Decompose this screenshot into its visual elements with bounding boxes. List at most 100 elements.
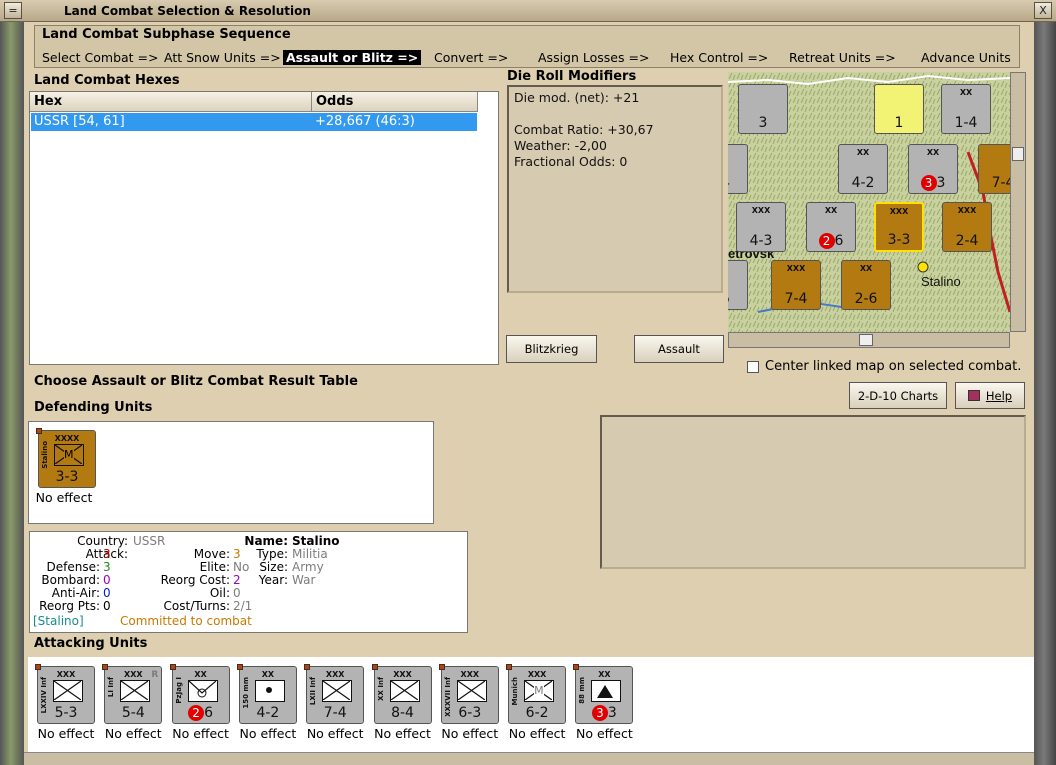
infantry-symbol-icon [322, 680, 353, 702]
bottom-scrollbar[interactable] [24, 752, 1034, 765]
unit-strength: 8-4 [391, 705, 414, 721]
combat-result-box [600, 415, 1026, 569]
attacking-units-title: Attacking Units [34, 636, 148, 651]
map-counter-shock-army[interactable]: XXX 7-4 [771, 260, 821, 310]
attacking-unit-result: No effect [508, 726, 566, 741]
attacking-unit-counter[interactable]: XX 150 mm 4-2 [236, 664, 297, 724]
map-counter-soviet-div[interactable]: XX 2-6 [841, 260, 891, 310]
help-button[interactable]: Help [955, 382, 1025, 409]
step-att-snow-units: Att Snow Units => [164, 50, 281, 65]
attacking-unit-counter[interactable]: XXX XXXVII Inf 6-3 [438, 664, 499, 724]
unit-strength: 33 [576, 705, 632, 721]
unit-details: Country: USSR Attack: 3 Defense: 3 Bombard:… [29, 531, 468, 633]
antiaircraft-symbol-icon [591, 680, 622, 702]
step-assault-or-blitz: Assault or Blitz => [283, 50, 422, 65]
blitzkrieg-button[interactable]: Blitzkrieg [506, 335, 597, 363]
unit-name: XX Inf [376, 677, 385, 701]
attacking-unit-counter[interactable]: XXX LXII Inf 7-4 [304, 664, 365, 724]
land-combat-hexes-title: Land Combat Hexes [34, 73, 180, 88]
map-background-right [1034, 22, 1056, 765]
hex-cell: USSR [54, 61] [34, 114, 125, 129]
map-counter-edge-left-2[interactable]: -5 [728, 260, 748, 310]
odds-cell: +28,667 (46:3) [315, 114, 415, 129]
infantry-symbol-icon [456, 680, 487, 702]
step-select-combat: Select Combat => [42, 50, 159, 65]
attacking-unit-result: No effect [104, 726, 162, 741]
unit-name: PzJag I [174, 677, 183, 704]
map-counter-pzjag[interactable]: XX 2 6 [806, 202, 856, 252]
unit-name: 88 mm [578, 677, 587, 704]
unit-strength: 5-3 [54, 705, 78, 721]
attack-factor-badge: 2 [188, 705, 205, 721]
attacking-unit-result: No effect [441, 726, 499, 741]
map-counter-air-italy[interactable]: 1 [874, 84, 924, 134]
map-counter-romanian-inf[interactable]: XXX 4-3 [736, 202, 786, 252]
step-hex-control: Hex Control => [670, 50, 769, 65]
attacking-unit-counter[interactable]: XX 88 mm 3 3 [573, 664, 634, 724]
unit-name: Munich [511, 677, 520, 706]
attacking-unit-result: No effect [37, 726, 95, 741]
map-horizontal-scrollbar[interactable] [728, 332, 1010, 348]
map-counter-edge-right[interactable]: 7-4 [978, 144, 1010, 194]
attacking-unit-counter[interactable]: XXX Munich M 6-2 [506, 664, 567, 724]
help-button-label: Help [985, 389, 1013, 403]
militia-symbol-icon: M [54, 444, 84, 466]
map-hscroll-thumb[interactable] [859, 334, 873, 346]
linked-map[interactable]: Stalino etrovsk 3 1 XX 1-4 XX 4-2 XX 3 3 XXX… [728, 72, 1010, 332]
attacking-unit-counter[interactable]: XXX LXXIV Inf 5-3 [35, 664, 95, 724]
infantry-symbol-icon [120, 680, 151, 702]
weather-mod: Weather: -2,00 [514, 138, 607, 153]
charts-button[interactable]: 2-D-10 Charts [849, 382, 947, 409]
unit-strength: 7-4 [323, 705, 347, 721]
attacking-unit-result: No effect [239, 726, 297, 741]
defending-unit-counter[interactable]: XXXX Stalino M 3-3 [36, 428, 96, 488]
center-map-checkbox[interactable] [747, 361, 759, 373]
attacking-unit-counter[interactable]: XXX R LI Inf 5-4 [102, 664, 163, 724]
attacking-unit-counter[interactable]: XXX XX Inf 8-4 [371, 664, 432, 724]
unit-strength: 26 [173, 705, 229, 721]
defending-units-title: Defending Units [34, 400, 153, 415]
col-header-hex[interactable]: Hex [30, 92, 312, 112]
map-counter-hq[interactable]: XX 1-4 [941, 84, 991, 134]
attacking-unit-result: No effect [172, 726, 229, 741]
map-counter-flak[interactable]: XX 3 3 [908, 144, 958, 194]
unit-strength: 6-2 [525, 705, 549, 721]
unit-strength: 5-4 [121, 705, 145, 721]
col-header-odds[interactable]: Odds [312, 92, 478, 112]
close-button[interactable]: X [1034, 2, 1052, 19]
attacking-unit-result: No effect [306, 726, 364, 741]
combat-ratio: Combat Ratio: +30,67 [514, 122, 654, 137]
attack-factor-badge: 3 [591, 705, 608, 721]
unit-name: LI Inf [107, 677, 116, 698]
map-vscroll-thumb[interactable] [1012, 147, 1024, 161]
table-row[interactable]: USSR [54, 61] +28,667 (46:3) [31, 113, 477, 131]
map-counter-edge-left-1[interactable]: -4 [728, 144, 748, 194]
fractional-odds: Fractional Odds: 0 [514, 154, 628, 169]
infantry-symbol-icon [389, 680, 420, 702]
defending-unit-result: No effect [35, 490, 93, 505]
map-counter-stalino-selected[interactable]: XXX 3-3 [874, 202, 924, 252]
system-menu-button[interactable]: = [4, 2, 22, 19]
attacking-unit-counter[interactable]: XX PzJag I26 [169, 664, 230, 724]
step-retreat-units: Retreat Units => [789, 50, 896, 65]
map-counter-artillery[interactable]: XX 4-2 [838, 144, 888, 194]
step-advance-units: Advance Units [921, 50, 1011, 65]
window-title: Land Combat Selection & Resolution [64, 4, 311, 18]
attacking-unit-result: No effect [576, 726, 633, 741]
title-bar: = Land Combat Selection & Resolution X [0, 0, 1056, 22]
assault-button[interactable]: Assault [634, 335, 724, 363]
antitank-symbol-icon [187, 680, 218, 702]
die-roll-modifiers-title: Die Roll Modifiers [507, 69, 637, 84]
map-background-left [0, 22, 24, 765]
attacking-unit-result: No effect [374, 726, 431, 741]
unit-name: LXII Inf [309, 677, 318, 706]
map-counter-air[interactable]: 3 [738, 84, 788, 134]
map-counter-soviet-inf[interactable]: XXX 2-4 [942, 202, 992, 252]
unit-strength: 4-2 [256, 705, 280, 721]
die-mod-net: Die mod. (net): +21 [514, 90, 640, 105]
subphase-title: Land Combat Subphase Sequence [42, 27, 291, 42]
map-city-label: Stalino [921, 274, 961, 289]
die-roll-modifiers-box: Die mod. (net): +21 Combat Ratio: +30,67… [507, 85, 723, 293]
map-vertical-scrollbar[interactable] [1010, 72, 1026, 332]
center-map-label: Center linked map on selected combat. [765, 359, 1022, 374]
